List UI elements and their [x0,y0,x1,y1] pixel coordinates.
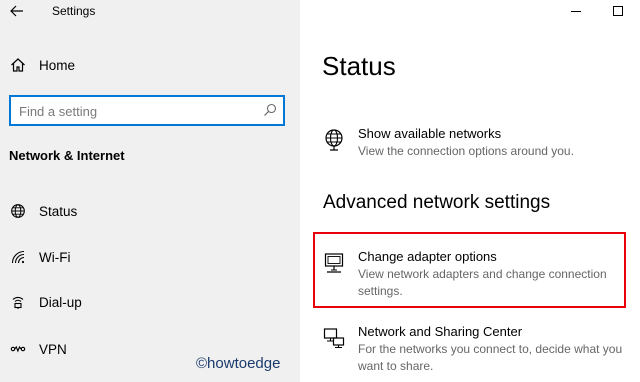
network-sharing-center-link[interactable]: Network and Sharing Center For the netwo… [320,324,638,374]
sidebar-item-dialup[interactable]: Dial-up [0,286,300,318]
show-networks-link[interactable]: Show available networks View the connect… [320,126,638,162]
sidebar-item-label: Status [39,203,78,219]
search-input[interactable] [19,102,259,120]
back-arrow-icon[interactable] [6,0,28,22]
home-icon [9,56,27,74]
adapter-monitor-icon [322,251,346,275]
page-title: Status [322,51,396,81]
maximize-icon[interactable] [603,0,633,22]
section-title: Network & Internet [9,148,125,163]
change-adapter-options-link[interactable]: Change adapter options View network adap… [320,249,638,299]
wifi-icon [9,248,27,266]
sidebar-item-label: VPN [39,341,67,357]
app-title: Settings [52,4,96,18]
network-globe-icon [322,128,346,152]
sidebar-item-wifi[interactable]: Wi-Fi [0,241,300,273]
link-description: View network adapters and change connect… [358,267,607,298]
sidebar: Settings Home Network & Internet Status … [0,0,300,382]
vpn-icon [9,340,27,358]
link-title[interactable]: Show available networks [358,126,501,141]
sidebar-item-label: Wi-Fi [39,249,71,265]
watermark: ©howtoedge [196,355,281,372]
sidebar-item-home[interactable]: Home [0,49,300,81]
sidebar-item-label: Dial-up [39,294,82,310]
link-title[interactable]: Network and Sharing Center [358,324,522,339]
sidebar-item-label: Home [39,57,76,73]
dialup-icon [9,293,27,311]
sidebar-item-status[interactable]: Status [0,195,300,227]
link-title[interactable]: Change adapter options [358,249,497,264]
globe-icon [9,202,27,220]
link-description: For the networks you connect to, decide … [358,342,623,373]
search-box[interactable] [9,95,285,126]
advanced-settings-header: Advanced network settings [323,192,551,213]
sharing-center-icon [322,326,346,350]
search-icon[interactable] [263,103,277,117]
link-description: View the connection options around you. [358,144,574,158]
minimize-icon[interactable] [561,0,591,22]
